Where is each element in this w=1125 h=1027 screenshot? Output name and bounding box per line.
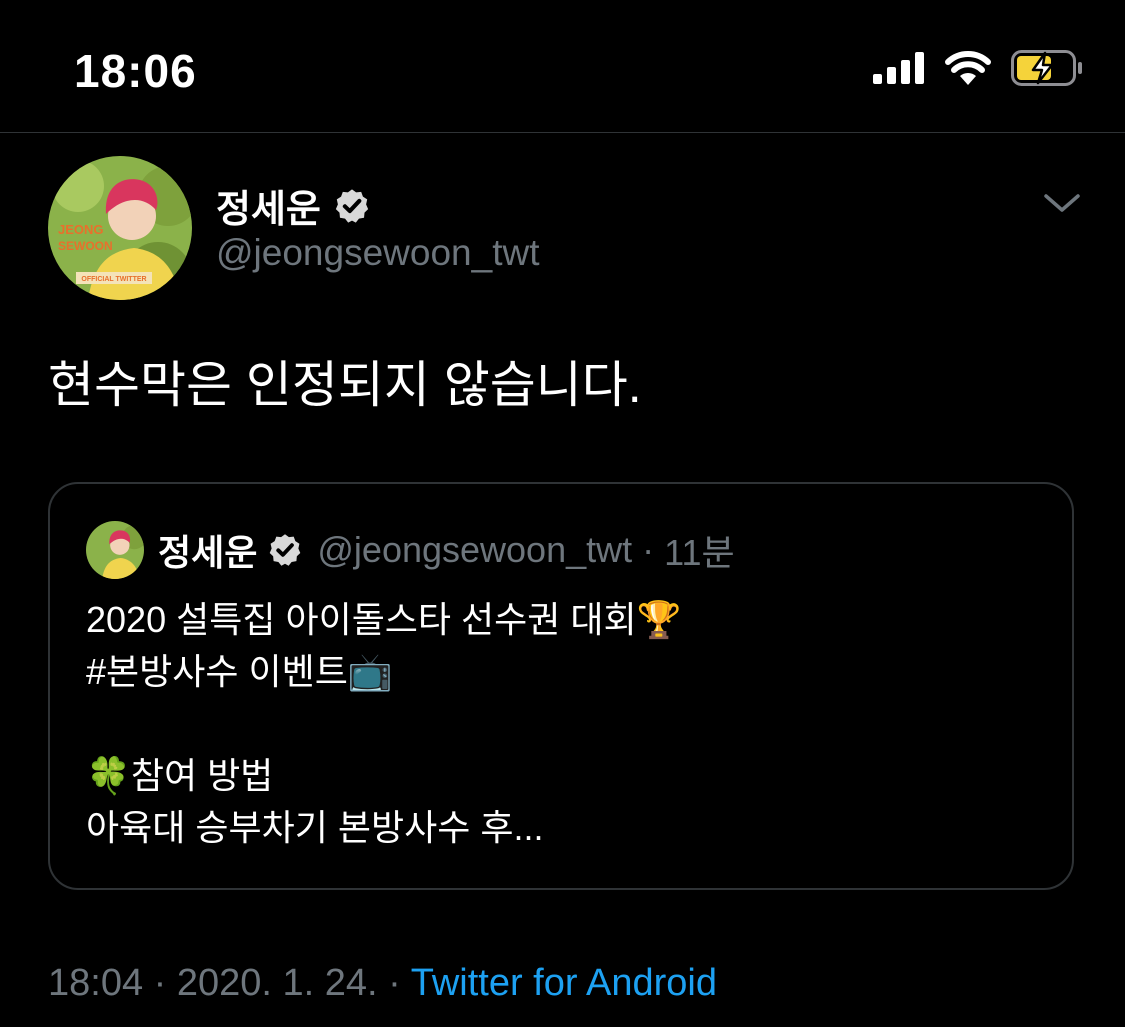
verified-badge-icon xyxy=(335,188,369,223)
verified-badge-icon xyxy=(270,534,301,566)
svg-text:SEWOON: SEWOON xyxy=(58,239,113,253)
author-name-row[interactable]: 정세운 xyxy=(216,178,371,233)
quoted-tweet-body: 2020 설특집 아이돌스타 선수권 대회🏆 #본방사수 이벤트📺 🍀참여 방법… xyxy=(86,599,682,848)
quoted-separator: · xyxy=(642,529,655,570)
battery-charging-icon xyxy=(1011,50,1082,86)
tweet-text: 현수막은 인정되지 않습니다. xyxy=(48,357,642,413)
author-display-name[interactable]: 정세운 xyxy=(216,178,321,233)
quoted-tweet-header: 정세운 @jeongsewoon_twt · 11분 xyxy=(86,520,735,580)
meta-separator: · xyxy=(153,962,167,1004)
wifi-icon xyxy=(945,51,991,85)
signal-icon xyxy=(873,52,924,84)
tweet-source-link[interactable]: Twitter for Android xyxy=(411,962,717,1004)
quoted-handle: @jeongsewoon_twt xyxy=(317,529,633,570)
tweet-time: 18:04 xyxy=(48,962,144,1004)
status-icons xyxy=(873,50,1083,86)
author-handle[interactable]: @jeongsewoon_twt xyxy=(216,232,539,274)
quoted-tweet-card[interactable]: 정세운 @jeongsewoon_twt · 11분 2020 설특집 아이돌스… xyxy=(48,482,1074,890)
tweet-date: 2020. 1. 24. xyxy=(176,962,378,1004)
avatar[interactable]: JEONG SEWOON OFFICIAL TWITTER xyxy=(48,156,192,300)
svg-text:JEONG: JEONG xyxy=(58,222,104,237)
tweet-meta: 18:04 · 2020. 1. 24. · Twitter for Andro… xyxy=(48,962,717,1005)
status-time: 18:06 xyxy=(74,45,197,97)
header-divider xyxy=(0,132,1125,133)
svg-text:OFFICIAL TWITTER: OFFICIAL TWITTER xyxy=(81,276,146,283)
quoted-time: 11분 xyxy=(664,532,735,573)
status-bar: 18:06 xyxy=(0,0,1125,132)
chevron-down-icon[interactable] xyxy=(1043,188,1081,218)
quoted-avatar xyxy=(86,521,144,579)
quoted-display-name: 정세운 xyxy=(158,532,258,573)
meta-separator: · xyxy=(388,962,401,1004)
